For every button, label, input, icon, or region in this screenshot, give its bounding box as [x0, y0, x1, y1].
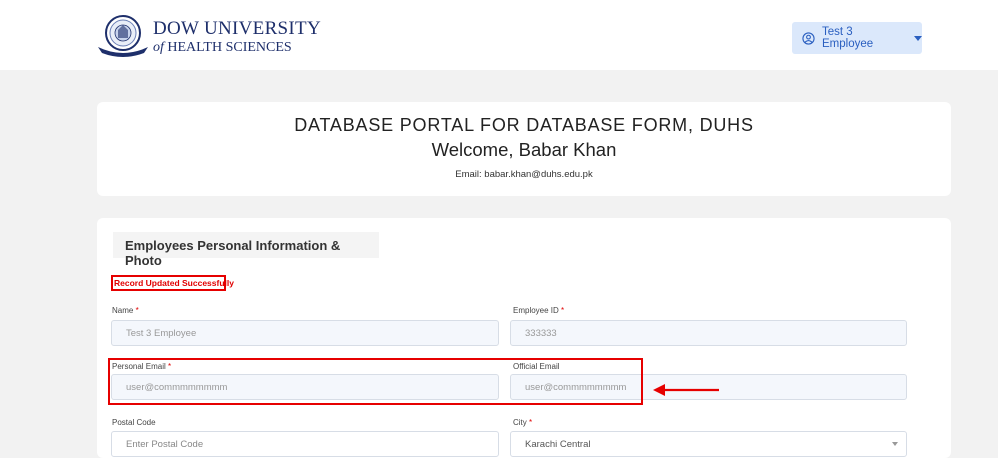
user-circle-icon [802, 31, 815, 45]
welcome-card: DATABASE PORTAL FOR DATABASE FORM, DUHS … [97, 102, 951, 196]
section-title-tab[interactable]: Employees Personal Information & Photo [113, 232, 379, 268]
chevron-down-icon [892, 442, 898, 446]
caret-down-icon [914, 35, 922, 41]
user-email-text: Email: babar.khan@duhs.edu.pk [455, 169, 593, 180]
city-label: City * [513, 418, 533, 427]
name-label: Name * [112, 306, 139, 315]
top-navbar: DOW UNIVERSITY of HEALTH SCIENCES Test 3… [0, 0, 998, 70]
success-message: Record Updated Successfully [111, 275, 234, 291]
city-select-value: Karachi Central [525, 439, 591, 450]
welcome-text: Welcome, Babar Khan [431, 139, 617, 160]
annotation-highlight-box [108, 358, 643, 405]
university-logo[interactable]: DOW UNIVERSITY of HEALTH SCIENCES [96, 11, 321, 61]
employee-id-label: Employee ID * [513, 306, 565, 315]
employee-id-input[interactable]: 333333 [510, 320, 907, 346]
university-seal-icon [98, 15, 148, 57]
annotation-arrow-icon [653, 384, 719, 396]
name-input[interactable]: Test 3 Employee [111, 320, 499, 346]
city-select[interactable]: Karachi Central [510, 431, 907, 457]
postal-code-input[interactable]: Enter Postal Code [111, 431, 499, 457]
logo-line1: DOW UNIVERSITY [153, 18, 321, 39]
user-menu-button[interactable]: Test 3 Employee [792, 22, 922, 54]
postal-code-label: Postal Code [112, 418, 156, 427]
logo-line2: of HEALTH SCIENCES [153, 40, 292, 55]
page-title: DATABASE PORTAL FOR DATABASE FORM, DUHS [294, 115, 754, 135]
user-menu-label: Test 3 Employee [822, 26, 874, 50]
